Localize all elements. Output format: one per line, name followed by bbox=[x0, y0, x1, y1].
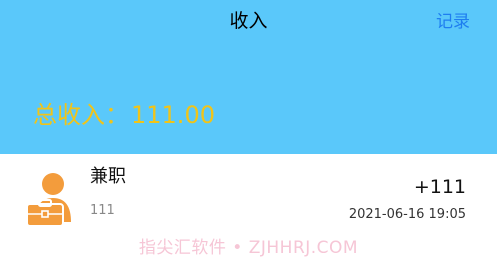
total-income: 总收入：111.00 bbox=[33, 95, 215, 130]
total-income-label: 总收入 bbox=[33, 101, 105, 129]
total-income-colon: ： bbox=[105, 101, 129, 129]
header-banner: 收入 记录 总收入：111.00 bbox=[0, 0, 497, 154]
income-list-item[interactable]: 兼职 111 +111 2021-06-16 19:05 bbox=[0, 154, 497, 234]
entry-note: 111 bbox=[90, 203, 115, 218]
total-income-value: 111.00 bbox=[131, 101, 215, 129]
part-time-job-icon bbox=[26, 173, 71, 227]
record-button[interactable]: 记录 bbox=[436, 7, 470, 32]
watermark-text: 指尖汇软件 • ZJHHRJ.COM bbox=[138, 238, 359, 258]
entry-datetime: 2021-06-16 19:05 bbox=[348, 207, 466, 222]
entry-category: 兼职 bbox=[90, 166, 126, 187]
entry-amount: +111 bbox=[413, 176, 466, 198]
page-title: 收入 bbox=[229, 10, 268, 32]
